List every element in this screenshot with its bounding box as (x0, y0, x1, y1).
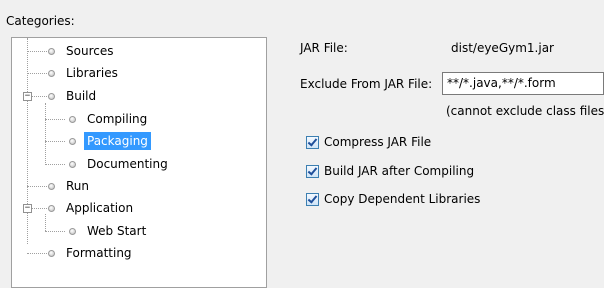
checkbox-label: Copy Dependent Libraries (324, 192, 481, 206)
copy-libraries-checkbox[interactable]: Copy Dependent Libraries (306, 192, 480, 206)
checkbox-checked-icon[interactable] (306, 135, 319, 149)
tree-item-run[interactable]: Run (48, 176, 92, 196)
compress-jar-checkbox[interactable]: Compress JAR File (306, 135, 431, 149)
tree-item-documenting[interactable]: Documenting (69, 154, 171, 174)
node-icon (48, 47, 55, 55)
build-jar-checkbox[interactable]: Build JAR after Compiling (306, 164, 474, 178)
tree-item-build[interactable]: Build (48, 86, 99, 106)
exclude-label: Exclude From JAR File: (300, 77, 433, 91)
tree-line (27, 186, 47, 187)
tree-line (45, 231, 65, 232)
tree-item-sources[interactable]: Sources (48, 41, 116, 61)
tree-line (27, 38, 28, 244)
node-icon (69, 115, 76, 123)
tree-item-packaging[interactable]: Packaging (69, 131, 152, 151)
tree-line (45, 119, 65, 120)
tree-line (27, 253, 47, 254)
checkbox-label: Compress JAR File (324, 135, 432, 149)
tree-item-label: Compiling (87, 112, 148, 126)
jar-file-field[interactable]: dist/eyeGym1.jar (446, 37, 604, 60)
tree-item-label: Application (66, 201, 134, 215)
collapse-application-icon[interactable]: − (23, 204, 32, 213)
tree-item-formatting[interactable]: Formatting (48, 243, 135, 263)
tree-line (45, 141, 65, 142)
node-icon (48, 69, 55, 77)
node-icon (48, 249, 55, 257)
node-icon (69, 160, 76, 168)
tree-line (27, 73, 47, 74)
node-icon (48, 182, 55, 190)
tree-item-libraries[interactable]: Libraries (48, 63, 121, 83)
tree-item-label: Libraries (66, 66, 118, 80)
exclude-input[interactable]: **/*.java,**/*.form (442, 72, 604, 95)
tree-item-application[interactable]: Application (48, 198, 136, 218)
tree-line (32, 208, 47, 209)
tree-line (27, 51, 47, 52)
tree-item-label: Web Start (87, 224, 147, 238)
categories-label: Categories: (6, 14, 75, 28)
tree-item-compiling[interactable]: Compiling (69, 109, 150, 129)
checkbox-checked-icon[interactable] (306, 192, 319, 206)
node-icon (69, 137, 76, 145)
tree-line (45, 164, 65, 165)
tree-item-web-start[interactable]: Web Start (69, 221, 149, 241)
node-icon (48, 92, 55, 100)
tree-line (32, 96, 47, 97)
tree-item-label: Packaging (83, 131, 152, 151)
jar-file-label: JAR File: (300, 41, 348, 55)
categories-tree[interactable]: − − Sources Libraries Build Compiling Pa… (11, 37, 267, 288)
tree-line (45, 103, 46, 165)
node-icon (69, 227, 76, 235)
checkbox-checked-icon[interactable] (306, 164, 319, 178)
tree-item-label: Formatting (66, 246, 132, 260)
exclude-note: (cannot exclude class files) (446, 104, 604, 118)
tree-item-label: Build (66, 89, 97, 103)
tree-item-label: Documenting (87, 157, 168, 171)
node-icon (48, 204, 55, 212)
collapse-build-icon[interactable]: − (23, 92, 32, 101)
tree-line (45, 214, 46, 231)
tree-item-label: Run (66, 179, 90, 193)
tree-item-label: Sources (66, 44, 114, 58)
checkbox-label: Build JAR after Compiling (324, 164, 475, 178)
